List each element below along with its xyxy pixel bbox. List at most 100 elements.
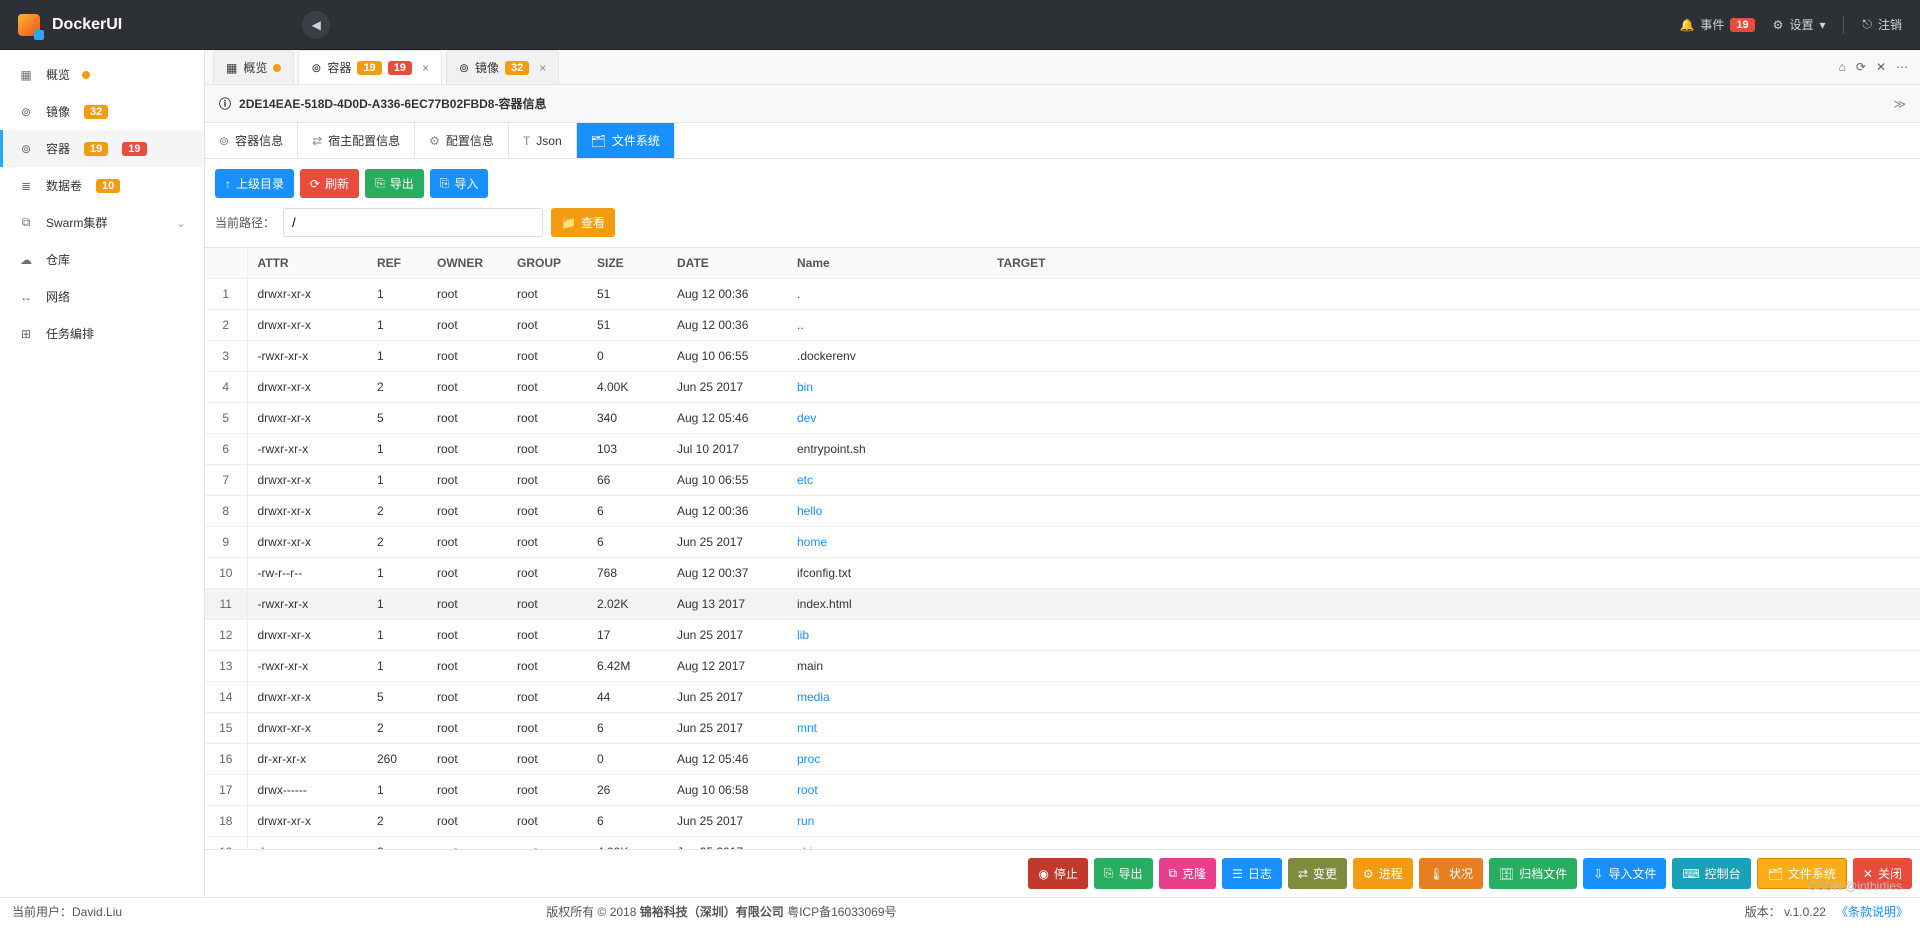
tab-close-2[interactable]: ×: [539, 61, 546, 75]
page-tab-2[interactable]: ⊚镜像32×: [446, 50, 559, 84]
cell-date: Jun 25 2017: [667, 527, 787, 558]
file-link[interactable]: home: [797, 535, 827, 549]
table-row[interactable]: 8drwxr-xr-x2rootroot6Aug 12 00:36hello: [205, 496, 1920, 527]
table-row[interactable]: 7drwxr-xr-x1rootroot66Aug 10 06:55etc: [205, 465, 1920, 496]
sidebar-item-0[interactable]: ▦概览: [0, 56, 204, 93]
inner-tab-2[interactable]: ⚙配置信息: [415, 123, 509, 158]
file-link[interactable]: hello: [797, 504, 822, 518]
page-tab-0[interactable]: ▦概览: [213, 50, 294, 84]
file-link[interactable]: proc: [797, 752, 820, 766]
table-row[interactable]: 6-rwxr-xr-x1rootroot103Jul 10 2017entryp…: [205, 434, 1920, 465]
action-archive[interactable]: 🗄归档文件: [1489, 858, 1577, 889]
col-attr[interactable]: ATTR: [247, 248, 367, 279]
file-link[interactable]: dev: [797, 411, 816, 425]
cell-size: 6: [587, 713, 667, 744]
action-console[interactable]: ⌨控制台: [1672, 858, 1750, 889]
action-filesystem[interactable]: 🗂文件系统: [1757, 858, 1847, 889]
view-button[interactable]: 📁查看: [551, 208, 615, 237]
header-logout[interactable]: ⎋ 注销: [1862, 16, 1902, 33]
sidebar-item-6[interactable]: ↔网络: [0, 278, 204, 315]
sidebar-item-5[interactable]: ☁仓库: [0, 241, 204, 278]
table-row[interactable]: 19drwxr-xr-x2rootroot4.00KJun 25 2017sbi…: [205, 837, 1920, 850]
table-row[interactable]: 4drwxr-xr-x2rootroot4.00KJun 25 2017bin: [205, 372, 1920, 403]
table-row[interactable]: 15drwxr-xr-x2rootroot6Jun 25 2017mnt: [205, 713, 1920, 744]
col-name[interactable]: Name: [787, 248, 987, 279]
file-link[interactable]: lib: [797, 628, 809, 642]
table-row[interactable]: 17drwx------1rootroot26Aug 10 06:58root: [205, 775, 1920, 806]
file-link[interactable]: media: [797, 690, 830, 704]
path-input[interactable]: [283, 208, 543, 237]
table-row[interactable]: 13-rwxr-xr-x1rootroot6.42MAug 12 2017mai…: [205, 651, 1920, 682]
import-button[interactable]: ⎘导入: [430, 169, 489, 198]
refresh-button[interactable]: ⟳刷新: [300, 169, 359, 198]
cell-ref: 2: [367, 806, 427, 837]
table-row[interactable]: 2drwxr-xr-x1rootroot51Aug 12 00:36..: [205, 310, 1920, 341]
action-import-file[interactable]: ⇩导入文件: [1583, 858, 1666, 889]
file-link[interactable]: bin: [797, 380, 813, 394]
logout-icon: ⎋: [1862, 17, 1872, 32]
up-dir-button[interactable]: ↑上级目录: [215, 169, 294, 198]
table-row[interactable]: 18drwxr-xr-x2rootroot6Jun 25 2017run: [205, 806, 1920, 837]
cell-date: Aug 10 06:55: [667, 341, 787, 372]
sidebar-item-3[interactable]: ≣数据卷10: [0, 167, 204, 204]
col-owner[interactable]: OWNER: [427, 248, 507, 279]
col-date[interactable]: DATE: [667, 248, 787, 279]
table-row[interactable]: 3-rwxr-xr-x1rootroot0Aug 10 06:55.docker…: [205, 341, 1920, 372]
col-ref[interactable]: REF: [367, 248, 427, 279]
table-row[interactable]: 12drwxr-xr-x1rootroot17Jun 25 2017lib: [205, 620, 1920, 651]
header-settings[interactable]: ⚙ 设置 ▾: [1773, 16, 1826, 33]
action-change[interactable]: ⇄变更: [1288, 858, 1347, 889]
action-status[interactable]: 🌡状况: [1419, 858, 1483, 889]
action-archive-label: 归档文件: [1519, 865, 1567, 882]
col-size[interactable]: SIZE: [587, 248, 667, 279]
file-link[interactable]: root: [797, 783, 818, 797]
file-link[interactable]: mnt: [797, 721, 817, 735]
header-events[interactable]: 🔔 事件 19: [1679, 16, 1754, 33]
tab-close-1[interactable]: ×: [422, 61, 429, 75]
table-row[interactable]: 1drwxr-xr-x1rootroot51Aug 12 00:36.: [205, 279, 1920, 310]
sidebar-item-7[interactable]: ⊞任务编排: [0, 315, 204, 352]
table-row[interactable]: 9drwxr-xr-x2rootroot6Jun 25 2017home: [205, 527, 1920, 558]
inner-tab-1[interactable]: ⇄宿主配置信息: [298, 123, 415, 158]
home-icon[interactable]: ⌂: [1839, 60, 1846, 74]
action-process[interactable]: ⚙进程: [1353, 858, 1413, 889]
table-row[interactable]: 16dr-xr-xr-x260rootroot0Aug 12 05:46proc: [205, 744, 1920, 775]
export-button[interactable]: ⎘导出: [365, 169, 424, 198]
sidebar-item-4[interactable]: ⧉Swarm集群⌄: [0, 204, 204, 241]
cell-attr: drwxr-xr-x: [247, 806, 367, 837]
tab-badge-1: 19: [357, 61, 381, 75]
close-all-icon[interactable]: ✕: [1876, 60, 1886, 74]
cell-date: Jun 25 2017: [667, 713, 787, 744]
col-group[interactable]: GROUP: [507, 248, 587, 279]
table-row[interactable]: 10-rw-r--r--1rootroot768Aug 12 00:37ifco…: [205, 558, 1920, 589]
table-row[interactable]: 5drwxr-xr-x5rootroot340Aug 12 05:46dev: [205, 403, 1920, 434]
col-target[interactable]: TARGET: [987, 248, 1920, 279]
table-row[interactable]: 11-rwxr-xr-x1rootroot2.02KAug 13 2017ind…: [205, 589, 1920, 620]
page-tab-1[interactable]: ⊚容器1919×: [298, 50, 442, 84]
collapse-sidebar-button[interactable]: ◀: [302, 11, 330, 39]
inner-tab-3[interactable]: TJson: [509, 123, 577, 158]
file-table-wrap[interactable]: ATTR REF OWNER GROUP SIZE DATE Name TARG…: [205, 247, 1920, 849]
action-logs[interactable]: ☰日志: [1222, 858, 1282, 889]
sidebar-item-1[interactable]: ⊚镜像32: [0, 93, 204, 130]
cell-name: media: [787, 682, 987, 713]
gear-icon: ⚙: [1773, 18, 1784, 32]
refresh-icon[interactable]: ⟳: [1856, 60, 1866, 74]
more-icon[interactable]: ⋯: [1896, 60, 1908, 74]
inner-tab-4[interactable]: 🗂文件系统: [577, 123, 675, 158]
table-row[interactable]: 14drwxr-xr-x5rootroot44Jun 25 2017media: [205, 682, 1920, 713]
action-close[interactable]: ✕关闭: [1853, 858, 1912, 889]
inner-tab-0[interactable]: ⊚容器信息: [205, 123, 298, 158]
cell-ref: 2: [367, 496, 427, 527]
sidebar-item-2[interactable]: ⊚容器1919: [0, 130, 204, 167]
action-export[interactable]: ⎘导出: [1094, 858, 1153, 889]
cell-size: 26: [587, 775, 667, 806]
cell-name: home: [787, 527, 987, 558]
terms-link[interactable]: 《条款说明》: [1836, 905, 1908, 919]
cell-group: root: [507, 589, 587, 620]
action-clone[interactable]: ⧉克隆: [1159, 858, 1217, 889]
file-link[interactable]: etc: [797, 473, 813, 487]
file-link[interactable]: run: [797, 814, 814, 828]
action-stop[interactable]: ◉停止: [1028, 858, 1088, 889]
expand-icon[interactable]: ≫: [1893, 97, 1906, 111]
